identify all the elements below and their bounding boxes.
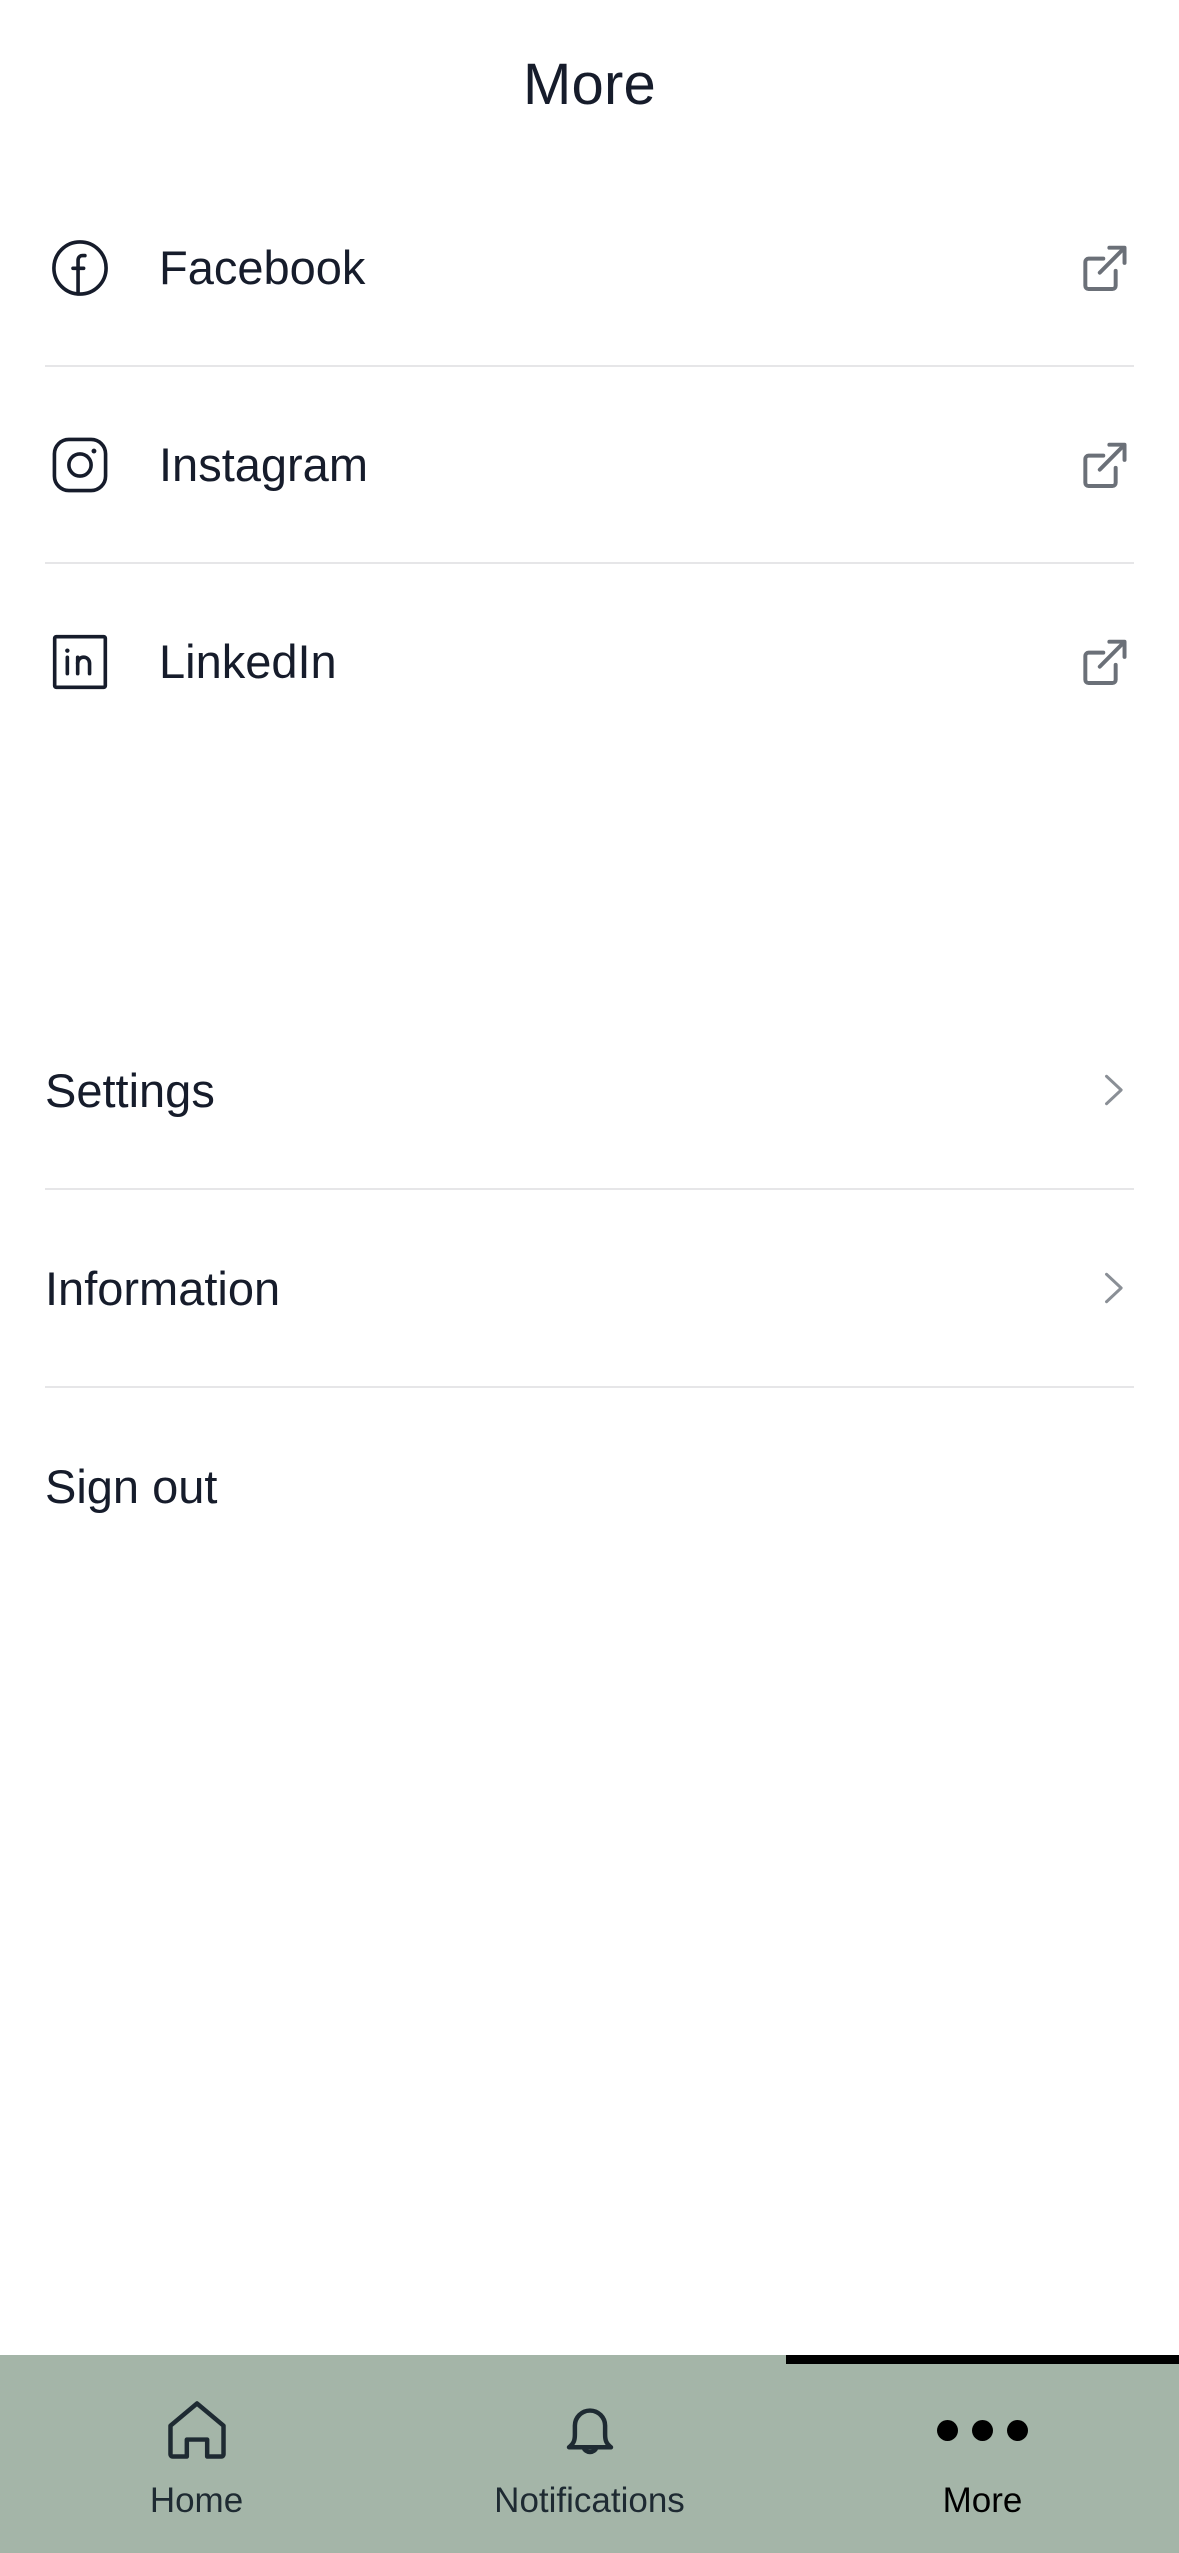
list-item-label: Instagram <box>159 438 368 491</box>
more-screen: More Facebook Instagram LinkedIn Setting… <box>0 0 1179 2553</box>
external-link-icon[interactable] <box>1074 238 1134 298</box>
bell-icon <box>553 2391 627 2469</box>
list-item-instagram[interactable]: Instagram <box>0 367 1179 562</box>
nav-tab-more[interactable]: More <box>786 2355 1179 2553</box>
dot <box>1007 2419 1028 2441</box>
linkedin-icon <box>45 627 115 697</box>
list-item-label: Facebook <box>159 241 366 294</box>
dot <box>972 2419 993 2441</box>
nav-tab-notifications[interactable]: Notifications <box>393 2355 786 2553</box>
list-item-sign-out[interactable]: Sign out <box>0 1388 1179 1584</box>
page-title: More <box>523 52 656 117</box>
nav-tab-home[interactable]: Home <box>0 2355 393 2553</box>
external-link-icon[interactable] <box>1074 632 1134 692</box>
three-dots-icon <box>937 2391 1028 2469</box>
external-link-icon[interactable] <box>1074 435 1134 495</box>
list-item-linkedin[interactable]: LinkedIn <box>0 564 1179 759</box>
list-item-label: Settings <box>45 1063 215 1117</box>
settings-group: Settings Information Sign out <box>0 992 1179 1584</box>
list-item-information[interactable]: Information <box>0 1190 1179 1386</box>
facebook-icon <box>45 233 115 303</box>
dot <box>937 2419 958 2441</box>
nav-tab-label: More <box>942 2481 1023 2520</box>
chevron-right-icon[interactable] <box>1090 1259 1134 1317</box>
screen-header: More <box>0 0 1179 170</box>
nav-tab-label: Notifications <box>494 2481 685 2520</box>
instagram-icon <box>45 430 115 500</box>
list-item-label: Information <box>45 1261 281 1315</box>
content-area: Facebook Instagram LinkedIn Settings Inf… <box>0 170 1179 2553</box>
home-icon <box>160 2391 234 2469</box>
list-item-settings[interactable]: Settings <box>0 992 1179 1188</box>
list-item-label: LinkedIn <box>159 635 337 688</box>
active-tab-indicator <box>786 2355 1179 2364</box>
bottom-navigation-bar: Home Notifications More <box>0 2355 1179 2553</box>
list-item-label: Sign out <box>45 1459 218 1513</box>
chevron-right-icon[interactable] <box>1090 1061 1134 1119</box>
list-item-facebook[interactable]: Facebook <box>0 170 1179 365</box>
social-links-group: Facebook Instagram LinkedIn <box>0 170 1179 759</box>
nav-tab-label: Home <box>149 2481 244 2520</box>
